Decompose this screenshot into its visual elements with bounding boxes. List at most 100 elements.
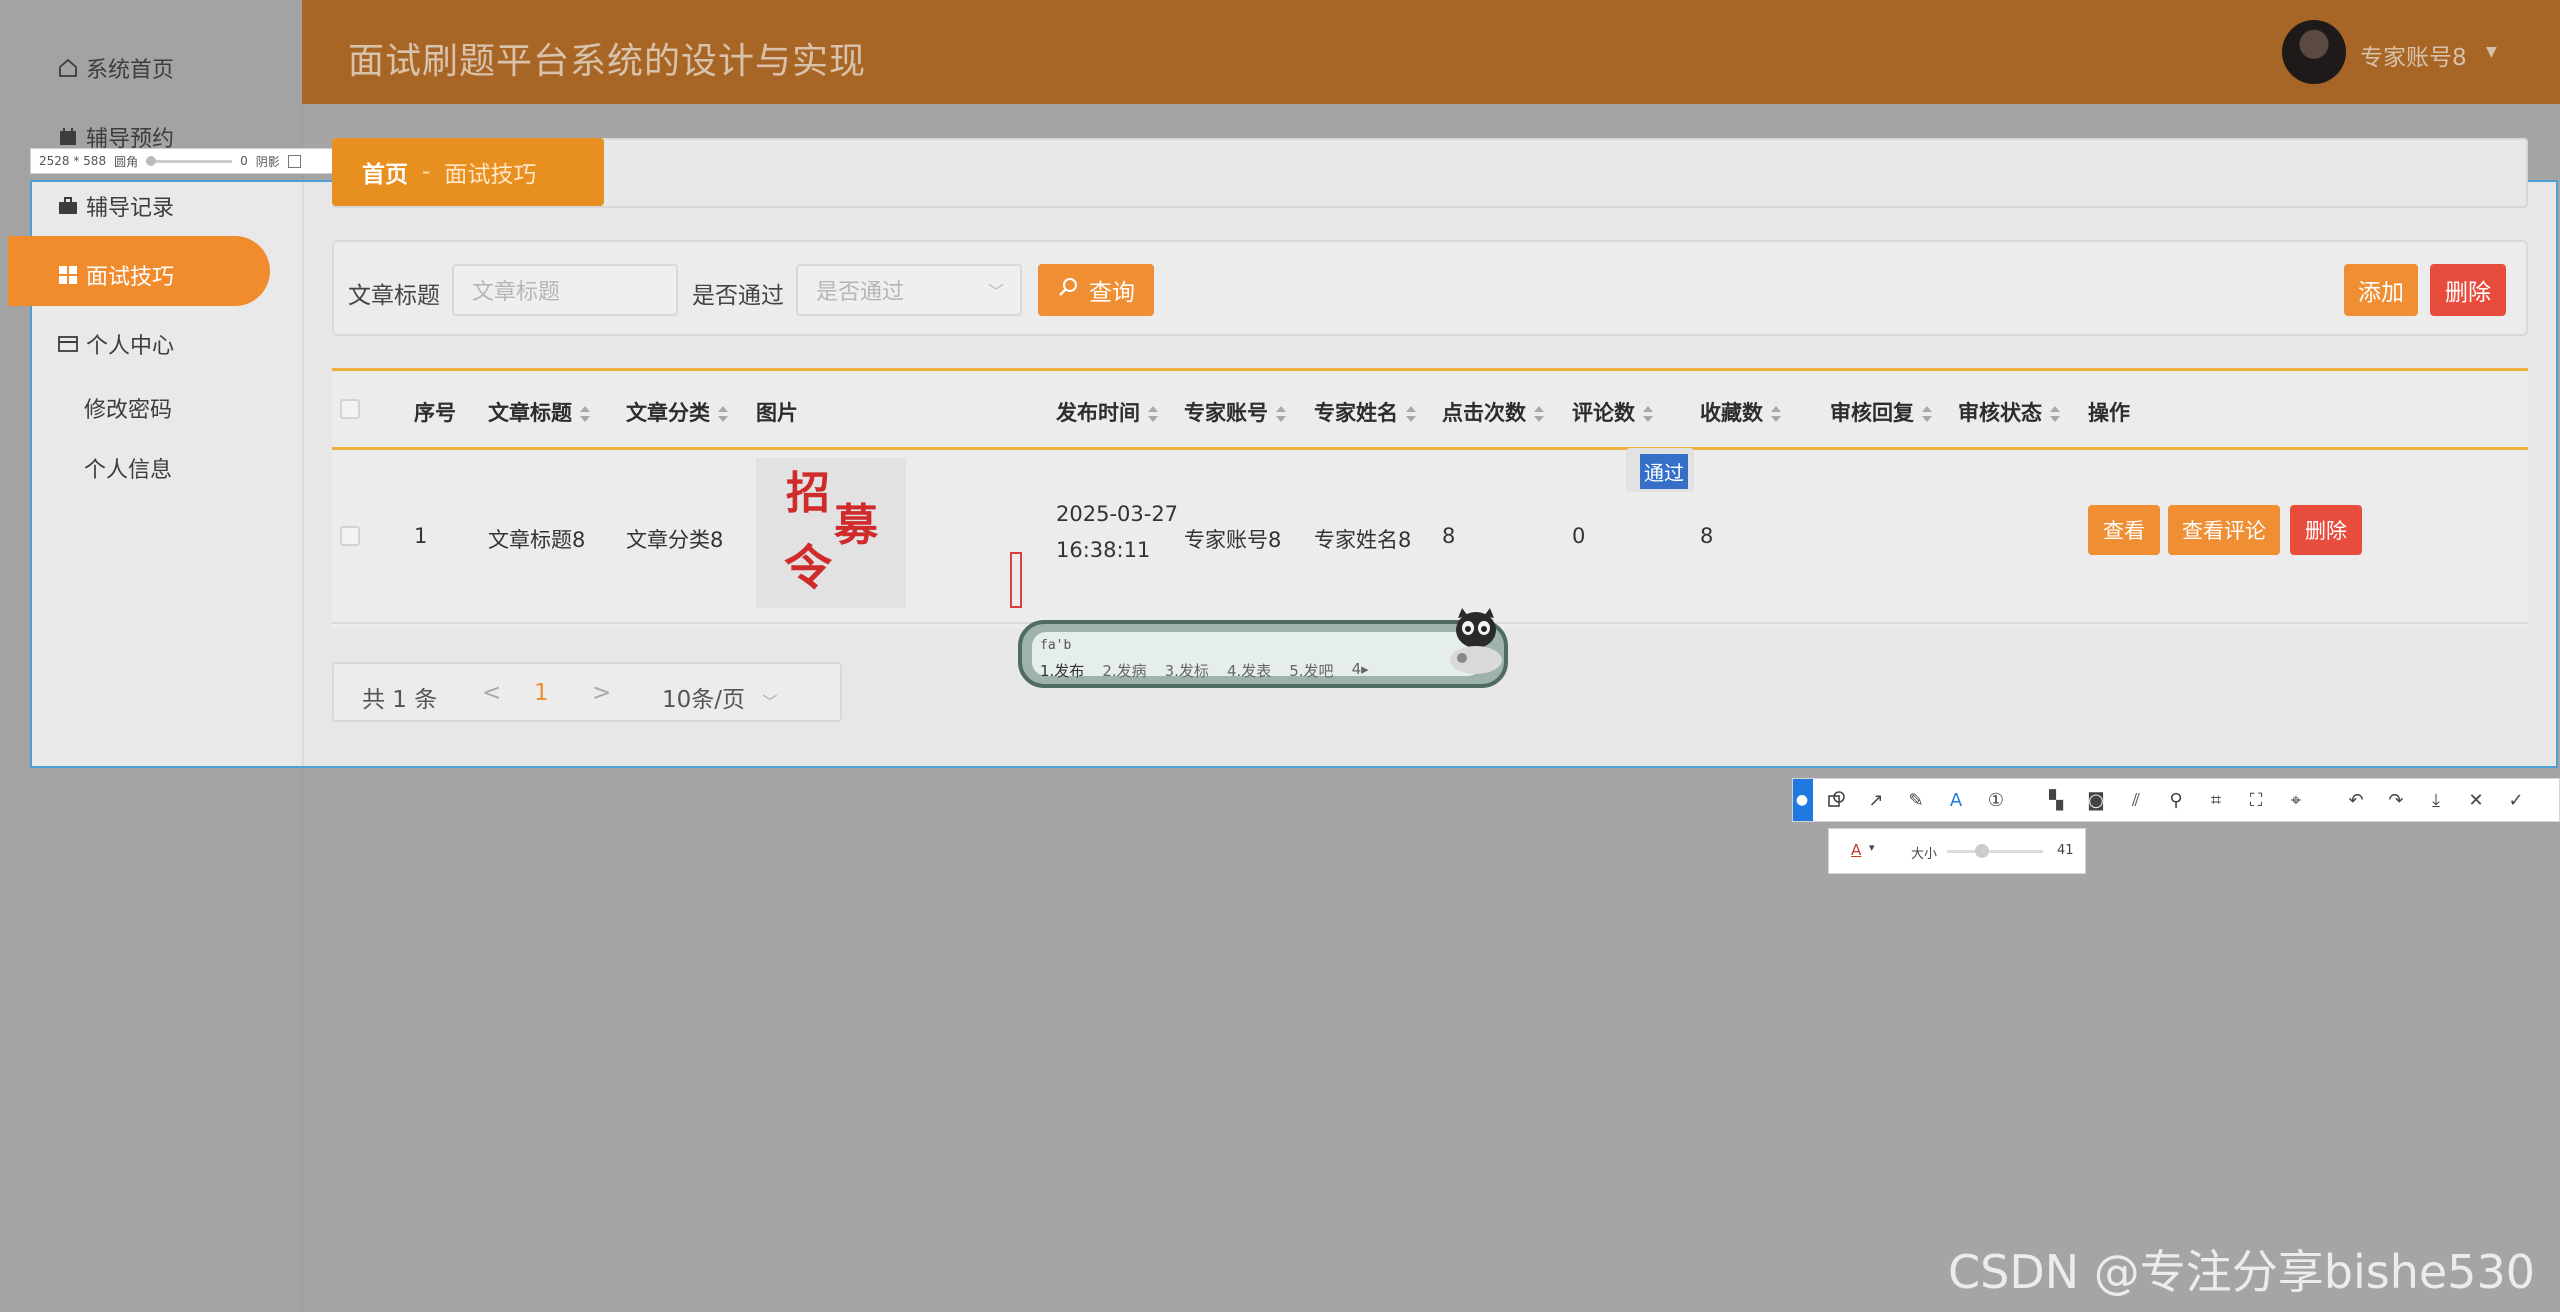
sidebar-subitem-change-password-in-frame[interactable]: 修改密码 [84,392,172,424]
pagination-page[interactable]: 1 [534,680,549,706]
query-button[interactable]: 查询 [1038,264,1154,316]
briefcase-icon [58,196,78,216]
confirm-check-icon[interactable]: ✓ [2503,787,2529,813]
font-color-picker[interactable]: A [1851,841,1861,859]
highlight-tool-icon[interactable]: ⫽ [2123,787,2149,813]
font-size-value: 41 [2057,843,2074,858]
shape-tool-icon[interactable] [1823,787,1849,813]
caret-down-icon[interactable]: ▼ [2486,44,2497,60]
sidebar-item-label: 个人中心 [86,334,175,359]
mosaic-tool-icon[interactable]: ▚ [2043,787,2069,813]
font-size-slider-handle[interactable] [1975,844,1989,858]
close-icon[interactable]: ✕ [2463,787,2489,813]
cell-comments: 0 [1572,524,1586,548]
grid-icon [58,265,78,285]
query-button-label: 查询 [1089,280,1135,306]
ocr-tool-icon[interactable]: ⌖ [2283,787,2309,813]
sort-icon [1771,406,1781,422]
article-thumbnail[interactable]: 招 募 令 [756,458,906,608]
scan-tool-icon[interactable]: ⌗ [2203,787,2229,813]
sidebar-item-personal-center-in-frame[interactable]: 个人中心 [58,328,174,360]
batch-delete-button[interactable]: 删除 [2430,264,2506,316]
pass-status-select[interactable]: 是否通过 ﹀ [796,264,1022,316]
radius-label: 圆角 [114,154,139,169]
breadcrumb-home[interactable]: 首页 [362,155,408,189]
ime-candidate[interactable]: 1.发布 [1040,660,1084,681]
col-comments[interactable]: 评论数 [1572,397,1653,427]
chevron-down-icon: ﹀ [762,693,778,711]
pen-tool-icon[interactable]: ✎ [1903,787,1929,813]
arrow-tool-icon[interactable]: ↗ [1863,787,1889,813]
redo-icon[interactable]: ↷ [2383,787,2409,813]
pin-icon[interactable]: ● [1789,787,1815,813]
chevron-down-icon: ﹀ [987,282,1004,301]
pagination-next[interactable]: > [592,680,611,706]
font-size-slider[interactable] [1947,850,2043,853]
col-category[interactable]: 文章分类 [626,397,728,427]
title-search-input[interactable]: 文章标题 [452,264,678,316]
sort-icon [1148,406,1158,422]
ime-candidate-popup[interactable]: fa'b 1.发布 2.发病 3.发标 4.发表 5.发吧 4▸ [1018,620,1508,688]
annotation-toolbar: ● ↗ ✎ A ① ▚ ◙ ⫽ ⚲ ⌗ ⛶ ⌖ ↶ ↷ ⤓ ✕ ✓ [1792,778,2560,822]
table-row: 1 文章标题8 文章分类8 招 募 令 2025-03-27 16:38:11 … [332,450,2528,624]
pagination: 共 1 条 < 1 > 10条/页 ﹀ [332,662,842,722]
page-size-label: 10条/页 [662,687,746,713]
row-delete-button[interactable]: 删除 [2290,505,2362,555]
col-expert-account[interactable]: 专家账号 [1184,397,1286,427]
sort-icon [718,406,728,422]
translate-tool-icon[interactable]: ⛶ [2243,787,2269,813]
csdn-watermark: CSDN @专注分享bishe530 [1948,1245,2535,1299]
sidebar-subitem-profile-in-frame[interactable]: 个人信息 [84,452,172,484]
title-filter-label: 文章标题 [348,283,440,309]
select-all-checkbox[interactable] [340,399,360,419]
col-expert-name[interactable]: 专家姓名 [1314,397,1416,427]
shadow-checkbox[interactable] [287,154,301,168]
chevron-down-icon: ▾ [1869,841,1875,854]
ime-candidate[interactable]: 4.发表 [1227,660,1271,681]
row-checkbox[interactable] [340,526,360,546]
sidebar-item-label: 辅导记录 [86,196,175,221]
data-table: 序号 文章标题 文章分类 图片 发布时间 专家账号 专家姓名 点击次数 评论数 … [332,368,2528,629]
col-review-status[interactable]: 审核状态 [1958,397,2060,427]
view-button[interactable]: 查看 [2088,505,2160,555]
number-tool-icon[interactable]: ① [1983,787,2009,813]
svg-text:令: 令 [784,540,833,596]
table-header: 序号 文章标题 文章分类 图片 发布时间 专家账号 专家姓名 点击次数 评论数 … [332,371,2528,450]
capture-size-label: 2528 * 588 [39,154,107,168]
add-button[interactable]: 添加 [2344,264,2418,316]
radius-slider[interactable] [146,155,233,166]
text-tool-icon[interactable]: A [1943,787,1969,813]
breadcrumb-separator: - [422,159,431,185]
col-actions: 操作 [2088,401,2130,425]
download-icon[interactable]: ⤓ [2423,787,2449,813]
sidebar-item-records-in-frame[interactable]: 辅导记录 [58,190,174,222]
ime-page-arrow[interactable]: 4▸ [1352,660,1369,681]
ime-candidate[interactable]: 2.发病 [1102,660,1146,681]
user-name[interactable]: 专家账号8 [2360,38,2467,72]
cell-time: 16:38:11 [1056,538,1151,562]
cell-date: 2025-03-27 [1056,502,1179,526]
avatar[interactable] [2282,20,2346,84]
cell-index: 1 [414,524,428,548]
col-clicks[interactable]: 点击次数 [1442,397,1544,427]
sort-icon [580,406,590,422]
svg-text:募: 募 [833,500,879,551]
pagination-prev[interactable]: < [482,680,501,706]
ime-candidate[interactable]: 3.发标 [1165,660,1209,681]
col-favorites[interactable]: 收藏数 [1700,397,1781,427]
ime-candidate[interactable]: 5.发吧 [1289,660,1333,681]
col-index: 序号 [414,401,456,425]
undo-icon[interactable]: ↶ [2343,787,2369,813]
col-title[interactable]: 文章标题 [488,397,590,427]
col-review-reply[interactable]: 审核回复 [1830,397,1932,427]
blur-tool-icon[interactable]: ◙ [2083,787,2109,813]
view-comments-button[interactable]: 查看评论 [2168,505,2280,555]
sort-icon [1922,406,1932,422]
pass-status-placeholder: 是否通过 [816,280,905,305]
page-size-select[interactable]: 10条/页 ﹀ [662,680,777,714]
col-publish-time[interactable]: 发布时间 [1056,397,1158,427]
sidebar-item-interview-tips-in-frame[interactable]: 面试技巧 [58,259,174,291]
pin-to-screen-icon[interactable]: ⚲ [2163,787,2189,813]
sidebar-item-home[interactable]: 系统首页 [58,52,174,84]
sidebar-item-label: 系统首页 [86,58,175,83]
